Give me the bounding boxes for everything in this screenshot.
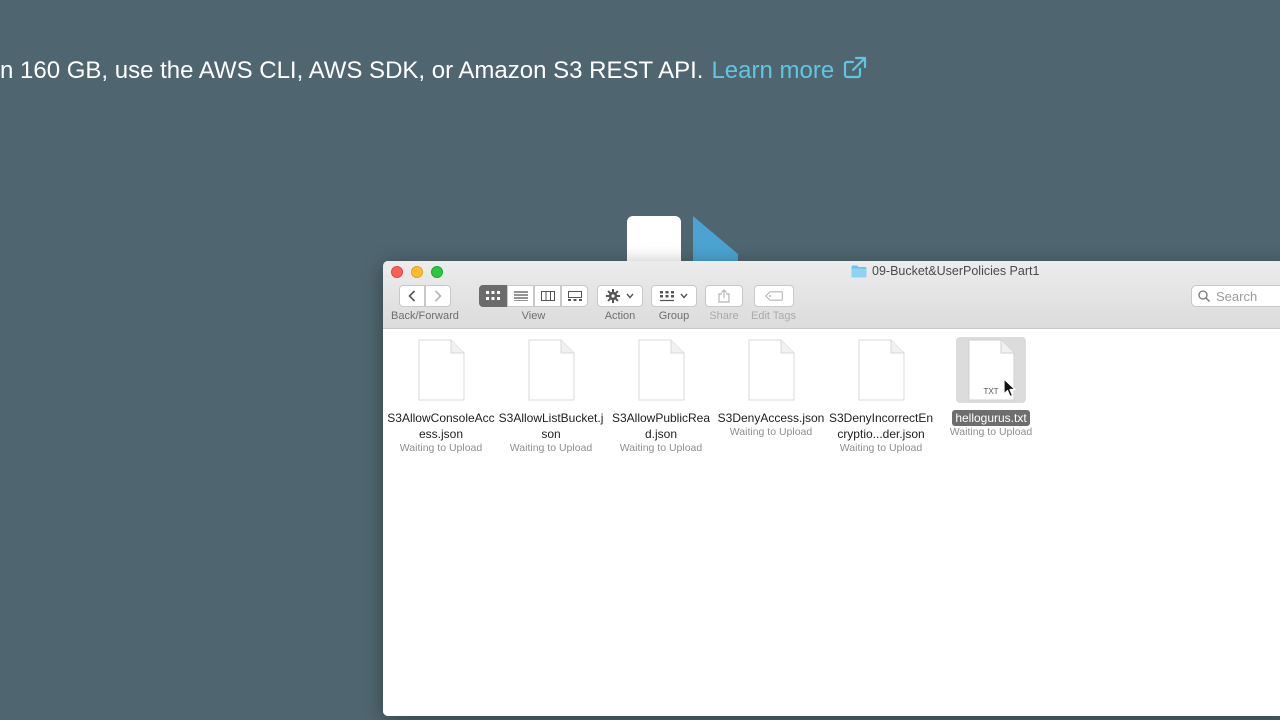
file-status: Waiting to Upload (949, 426, 1033, 438)
upload-size-banner: n 160 GB, use the AWS CLI, AWS SDK, or A… (0, 52, 868, 90)
action-menu-button[interactable] (597, 285, 643, 307)
file-name: S3AllowPublicRead.json (611, 411, 711, 441)
file-status: Waiting to Upload (839, 442, 923, 454)
file-item-selected[interactable]: TXT hellogurus.txt Waiting to Upload (936, 337, 1046, 438)
forward-button[interactable] (424, 285, 451, 307)
document-icon (418, 339, 465, 401)
list-view-button[interactable] (507, 285, 534, 307)
group-grid-icon (660, 290, 674, 301)
folder-icon (851, 265, 867, 277)
document-icon (528, 339, 575, 401)
search-icon (1198, 290, 1210, 302)
external-link-icon (842, 56, 868, 87)
file-icon-wrap (516, 337, 586, 403)
document-icon (858, 339, 905, 401)
file-status: Waiting to Upload (619, 442, 703, 454)
folder-illustration-icon (693, 216, 738, 262)
file-type-badge: TXT (983, 387, 998, 396)
grid-icon (486, 291, 500, 300)
columns-icon (540, 291, 555, 301)
close-window-button[interactable] (391, 266, 403, 278)
file-name: S3DenyAccess.json (717, 411, 825, 425)
chevron-left-icon (408, 290, 415, 302)
gallery-icon (567, 291, 582, 301)
finder-window: 09-Bucket&UserPolicies Part1 Back/Forwar… (383, 261, 1280, 716)
icon-view-button[interactable] (479, 285, 507, 307)
share-icon (718, 289, 730, 303)
file-name: hellogurus.txt (952, 410, 1030, 426)
banner-text: n 160 GB, use the AWS CLI, AWS SDK, or A… (0, 57, 704, 84)
group-menu-button[interactable] (651, 285, 697, 307)
back-forward-label: Back/Forward (391, 310, 459, 322)
chevron-down-icon (626, 293, 634, 299)
finder-toolbar: 09-Bucket&UserPolicies Part1 Back/Forwar… (383, 261, 1280, 329)
document-icon (638, 339, 685, 401)
file-name: S3AllowListBucket.json (498, 411, 604, 441)
chevron-right-icon (434, 290, 442, 302)
file-status: Waiting to Upload (399, 442, 483, 454)
action-group: Action (597, 285, 643, 322)
file-icon-wrap (846, 337, 916, 403)
search-placeholder: Search (1216, 288, 1258, 304)
window-controls (391, 266, 443, 278)
file-icon-wrap (406, 337, 476, 403)
share-group: Share (705, 285, 743, 322)
search-field[interactable]: Search (1191, 285, 1280, 307)
group-group: Group (651, 285, 697, 322)
zoom-window-button[interactable] (431, 266, 443, 278)
file-status: Waiting to Upload (509, 442, 593, 454)
file-item[interactable]: S3DenyAccess.json Waiting to Upload (716, 337, 826, 438)
file-item[interactable]: S3DenyIncorrectEncryptio...der.json Wait… (826, 337, 936, 454)
window-title: 09-Bucket&UserPolicies Part1 (851, 264, 1039, 278)
learn-more-link[interactable]: Learn more (711, 56, 868, 87)
learn-more-label: Learn more (711, 57, 835, 84)
column-view-button[interactable] (534, 285, 561, 307)
file-name: S3AllowConsoleAccess.json (387, 411, 495, 441)
view-label: View (521, 310, 546, 322)
file-icon-wrap (736, 337, 806, 403)
drop-files-illustration (626, 214, 746, 262)
document-icon (748, 339, 795, 401)
mouse-cursor-icon (1003, 378, 1016, 398)
file-grid: S3AllowConsoleAccess.json Waiting to Upl… (383, 329, 1280, 716)
document-illustration-icon (627, 216, 681, 262)
list-icon (513, 291, 528, 301)
back-forward-group: Back/Forward (391, 285, 459, 322)
edit-tags-button[interactable] (753, 285, 794, 307)
file-item[interactable]: S3AllowPublicRead.json Waiting to Upload (606, 337, 716, 454)
file-icon-wrap (626, 337, 696, 403)
tag-icon (764, 291, 783, 301)
group-label: Group (658, 310, 690, 322)
gear-icon (606, 289, 620, 303)
file-status: Waiting to Upload (729, 426, 813, 438)
edit-tags-label: Edit Tags (751, 310, 797, 322)
view-group: View (479, 285, 588, 322)
back-button[interactable] (398, 285, 425, 307)
gallery-view-button[interactable] (561, 285, 588, 307)
file-name: S3DenyIncorrectEncryptio...der.json (828, 411, 934, 441)
file-item[interactable]: S3AllowListBucket.json Waiting to Upload (496, 337, 606, 454)
share-label: Share (709, 310, 739, 322)
file-item[interactable]: S3AllowConsoleAccess.json Waiting to Upl… (386, 337, 496, 454)
action-label: Action (604, 310, 636, 322)
minimize-window-button[interactable] (411, 266, 423, 278)
edit-tags-group: Edit Tags (751, 285, 796, 322)
chevron-down-icon (680, 293, 688, 299)
window-title-text: 09-Bucket&UserPolicies Part1 (872, 264, 1040, 278)
share-button[interactable] (705, 285, 743, 307)
